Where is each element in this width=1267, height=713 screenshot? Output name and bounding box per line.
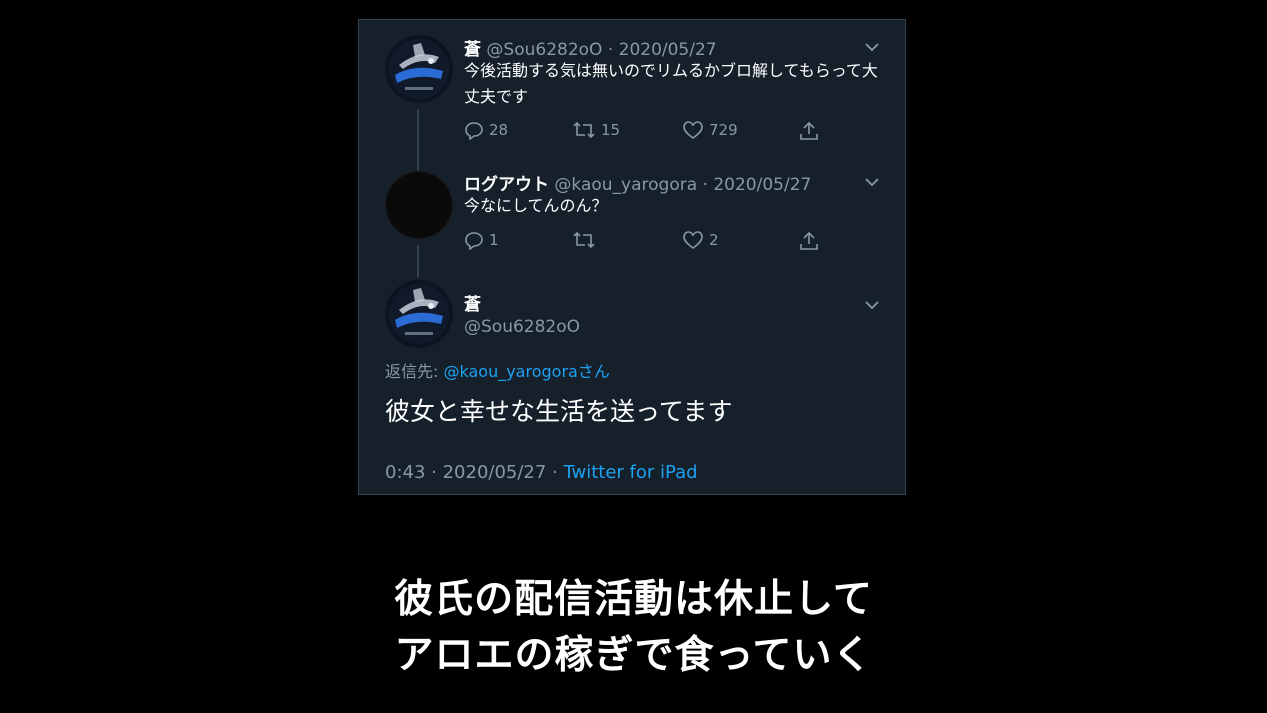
reply-icon	[465, 232, 483, 250]
reply-to-line: 返信先: @kaou_yarogoraさん	[385, 358, 610, 382]
thread-line-2	[417, 245, 419, 277]
caption-line-1: 彼氏の配信活動は休止して	[394, 577, 873, 622]
share-icon	[800, 231, 818, 250]
like-button[interactable]: 729	[682, 120, 738, 140]
reply-prefix: 返信先:	[385, 362, 444, 381]
like-icon	[683, 121, 703, 139]
reply-icon	[465, 122, 483, 140]
tweet-actions: 28 15 729	[464, 120, 824, 142]
share-button[interactable]	[798, 120, 820, 142]
retweet-icon	[573, 231, 595, 249]
avatar[interactable]	[385, 35, 453, 103]
like-count: 2	[709, 231, 719, 249]
avatar-image	[385, 35, 453, 103]
chevron-down-icon[interactable]	[863, 173, 881, 191]
reply-count: 28	[489, 121, 509, 139]
tweet-timestamp: 0:43 · 2020/05/27 · Twitter for iPad	[385, 462, 698, 483]
display-name[interactable]: ログアウト	[464, 175, 549, 195]
display-name[interactable]: 蒼	[464, 40, 481, 60]
retweet-button[interactable]	[572, 230, 596, 250]
tweet-header: 蒼 @Sou6282oO · 2020/05/27	[464, 35, 717, 60]
like-button[interactable]: 2	[682, 230, 719, 250]
handle-date[interactable]: @Sou6282oO · 2020/05/27	[486, 40, 716, 60]
tweet-header: ログアウト @kaou_yarogora · 2020/05/27	[464, 170, 811, 195]
reply-mention-link[interactable]: @kaou_yarogora	[443, 362, 577, 381]
handle[interactable]: @Sou6282oO	[464, 317, 580, 337]
chevron-down-icon[interactable]	[863, 296, 881, 314]
share-icon	[800, 121, 818, 140]
chevron-down-icon[interactable]	[863, 38, 881, 56]
thread-line-1	[417, 110, 419, 170]
share-button[interactable]	[798, 230, 820, 252]
avatar[interactable]	[385, 171, 453, 239]
tweet-actions: 1 2	[464, 230, 824, 252]
avatar-image	[385, 280, 453, 348]
time-date[interactable]: 0:43 · 2020/05/27 ·	[385, 462, 564, 483]
client-link[interactable]: Twitter for iPad	[564, 462, 698, 483]
retweet-count: 15	[601, 121, 621, 139]
reply-count: 1	[489, 231, 499, 249]
like-icon	[683, 231, 703, 249]
handle-date[interactable]: @kaou_yarogora · 2020/05/27	[554, 175, 811, 195]
retweet-button[interactable]: 15	[572, 120, 620, 140]
retweet-icon	[573, 121, 595, 139]
video-frame: 蒼 @Sou6282oO · 2020/05/27 今後活動する気は無いのでリム…	[0, 0, 1267, 713]
display-name[interactable]: 蒼	[464, 290, 481, 315]
tweet-thread-panel: 蒼 @Sou6282oO · 2020/05/27 今後活動する気は無いのでリム…	[358, 19, 906, 495]
caption-line-2: アロエの稼ぎで食っていく	[394, 633, 873, 678]
tweet-text: 今後活動する気は無いのでリムるかブロ解してもらって大丈夫です	[464, 61, 878, 106]
tweet-text: 今なにしてんのん？	[464, 196, 608, 215]
reply-suffix: さん	[577, 362, 610, 381]
reply-button[interactable]: 1	[464, 230, 499, 250]
avatar[interactable]	[385, 280, 453, 348]
detail-tweet-text: 彼女と幸せな生活を送ってます	[385, 397, 733, 426]
reply-button[interactable]: 28	[464, 120, 508, 140]
like-count: 729	[709, 121, 738, 139]
